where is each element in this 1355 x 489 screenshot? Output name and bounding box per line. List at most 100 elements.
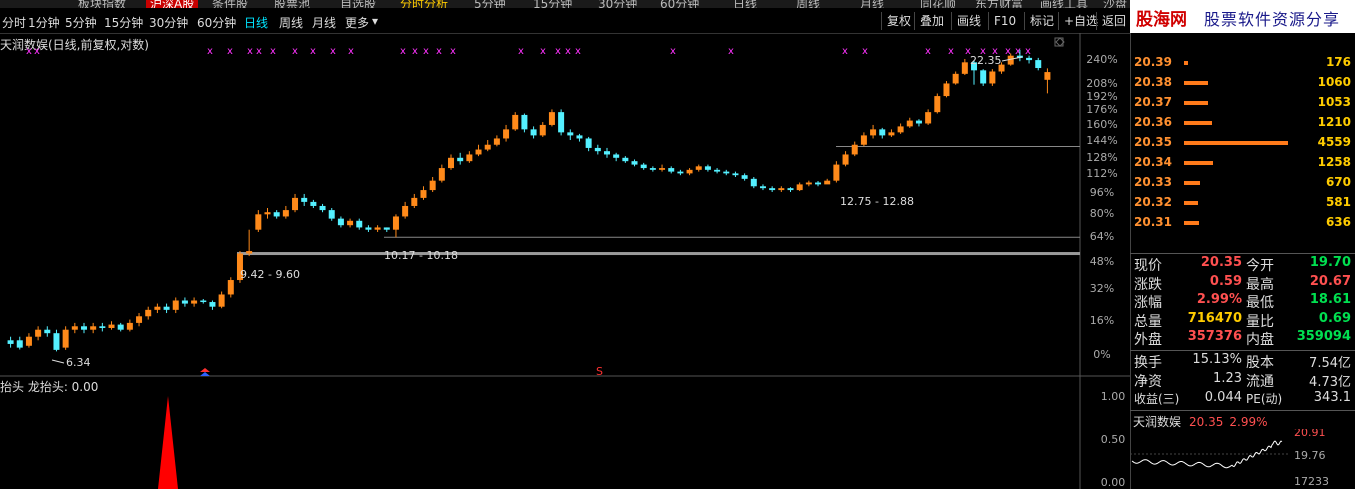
candle-body <box>429 180 436 191</box>
period-tab[interactable]: 1分钟 <box>28 14 60 31</box>
candle-body <box>90 326 97 330</box>
orderbook-row: 20.35 4559 <box>1130 133 1355 152</box>
candle-body <box>842 154 849 165</box>
quote-label: 总量 <box>1134 313 1162 330</box>
orderbook-price: 20.32 <box>1134 195 1172 209</box>
range-label: 10.17 - 10.18 <box>384 249 458 262</box>
quote-value: 18.61 <box>1309 292 1351 307</box>
support-line <box>237 252 1080 256</box>
period-tab[interactable]: 日线 <box>244 14 268 31</box>
fundamentals-value: 0.044 <box>1204 390 1242 405</box>
orderbook-row: 20.32 581 <box>1130 193 1355 212</box>
period-tab[interactable]: 5分钟 <box>65 14 97 31</box>
candle-body <box>356 220 363 228</box>
top-menu-item[interactable]: 15分钟 <box>533 0 572 8</box>
candle-body <box>695 166 702 170</box>
candle-body <box>25 336 32 346</box>
candle-body <box>62 329 69 348</box>
candle-body <box>741 175 748 179</box>
top-menu-item[interactable]: 月线 <box>860 0 884 8</box>
toolbar-button[interactable]: 复权 <box>881 12 916 30</box>
price-axis-tick: 160% <box>1086 118 1117 131</box>
top-menu-item[interactable]: 画线工具 <box>1040 0 1088 8</box>
toolbar-button[interactable]: 叠加 <box>914 12 949 30</box>
more-dropdown-icon[interactable]: ▾ <box>372 14 378 28</box>
top-menu-item[interactable]: 自选股 <box>340 0 376 8</box>
signal-marker: x <box>540 46 546 57</box>
top-menu-item[interactable]: 板块指数 <box>78 0 126 8</box>
low-pointer <box>51 359 65 364</box>
orderbook-volume-bar <box>1184 161 1213 165</box>
mini-stock-name: 天润数娱 <box>1133 415 1182 429</box>
fundamentals-value: 15.13% <box>1192 352 1242 367</box>
candle-body <box>374 227 381 230</box>
candle-body <box>181 300 188 304</box>
period-tab[interactable]: 60分钟 <box>197 14 236 31</box>
toolbar-button[interactable]: F10 <box>988 12 1021 30</box>
top-menu-item[interactable]: 日线 <box>733 0 757 8</box>
quote-row: 涨跌 0.59 最高 20.67 <box>1130 273 1355 293</box>
top-menu-item[interactable]: 60分钟 <box>660 0 699 8</box>
orderbook-row: 20.34 1258 <box>1130 153 1355 172</box>
period-tab[interactable]: 分时 <box>2 14 26 31</box>
toolbar-button[interactable]: 标记 <box>1024 12 1059 30</box>
candle-body <box>117 324 124 330</box>
indicator-chart[interactable]: 1.00 0.50 0.00 <box>0 376 1130 489</box>
signal-marker: x <box>247 46 253 57</box>
signal-marker: x <box>26 46 32 57</box>
top-menu-item[interactable]: 东方财富 <box>975 0 1023 8</box>
quote-row: 现价 20.35 今开 19.70 <box>1130 255 1355 274</box>
orderbook-row: 20.39 176 <box>1130 53 1355 72</box>
period-tab[interactable]: 15分钟 <box>104 14 143 31</box>
top-menu-item[interactable]: 周线 <box>796 0 820 8</box>
candle-body <box>961 62 968 74</box>
top-menu-item[interactable]: 沪深A股 <box>146 0 199 8</box>
signal-marker: x <box>227 46 233 57</box>
candle-body <box>897 126 904 133</box>
candlestick-chart[interactable]: x x x x x x x x x x x x x x x x x x x x x x x x x x x x x x x x x6.3422.… <box>0 33 1130 378</box>
candle-body <box>218 294 225 307</box>
signal-marker: x <box>423 46 429 57</box>
toolbar-button[interactable]: 返回 <box>1096 12 1131 30</box>
candle-body <box>44 329 51 334</box>
top-menu-item[interactable]: 5分钟 <box>474 0 506 8</box>
price-axis-tick: 48% <box>1090 255 1114 268</box>
candle-body <box>71 326 78 330</box>
candle-body <box>457 157 464 162</box>
top-menu-item[interactable]: 沙盘 <box>1103 0 1127 8</box>
mini-intraday-chart[interactable]: 20.91 19.76 17233 <box>1130 429 1355 489</box>
period-tab[interactable]: 更多 <box>345 14 369 31</box>
candle-body <box>328 210 335 219</box>
top-menu-item[interactable]: 股票池 <box>274 0 310 8</box>
period-bar: 分时 1分钟 5分钟 15分钟 30分钟 60分钟 日线 周线 月线 更多 ▾ 复权 叠加 画线 F10 标记… <box>0 9 1130 34</box>
top-menu-item[interactable]: 分时分析 <box>400 0 448 8</box>
signal-marker: x <box>925 46 931 57</box>
candle-body <box>870 129 877 136</box>
quote-label: 最高 <box>1246 276 1274 293</box>
period-tab[interactable]: 月线 <box>312 14 336 31</box>
fundamentals-label: 流通 <box>1246 374 1274 390</box>
quote-value: 0.59 <box>1209 273 1242 289</box>
top-menu-item[interactable]: 30分钟 <box>598 0 637 8</box>
candle-body <box>80 326 87 330</box>
signal-marker: x <box>207 46 213 57</box>
candle-body <box>246 251 253 254</box>
candle-body <box>943 83 950 97</box>
candle-body <box>273 212 280 217</box>
candle-body <box>503 129 510 139</box>
signal-marker: x <box>256 46 262 57</box>
period-tab[interactable]: 30分钟 <box>149 14 188 31</box>
candle-body <box>191 300 198 304</box>
toolbar-button[interactable]: 画线 <box>951 12 986 30</box>
top-menu-item[interactable]: 条件股 <box>212 0 248 8</box>
period-tab[interactable]: 周线 <box>279 14 303 31</box>
top-menu-item[interactable]: 同花顺 <box>920 0 956 8</box>
price-axis-tick: 16% <box>1090 314 1114 327</box>
candle-body <box>613 154 620 158</box>
candle-body <box>906 120 913 127</box>
candle-body <box>585 138 592 148</box>
candle-body <box>915 120 922 124</box>
quote-label: 涨幅 <box>1134 295 1162 311</box>
quote-value: 19.70 <box>1309 255 1351 270</box>
candle-body <box>796 184 803 191</box>
